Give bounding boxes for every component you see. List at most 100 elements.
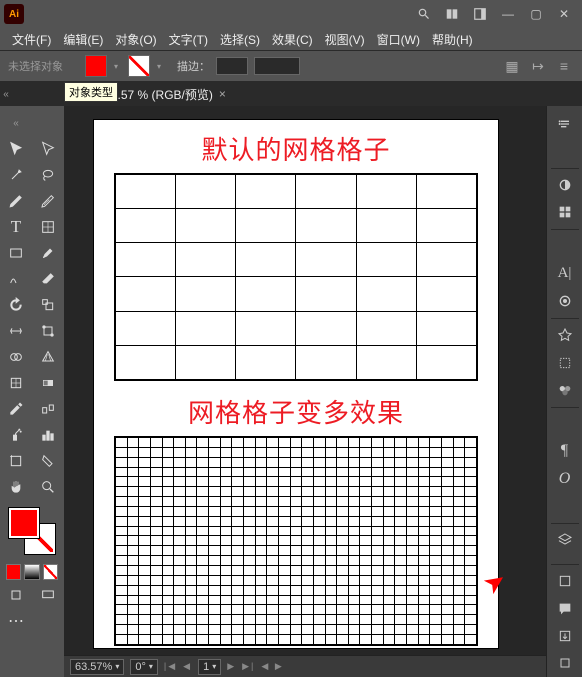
menu-effect[interactable]: 效果(C) <box>266 29 319 50</box>
eraser-tool[interactable] <box>32 266 64 292</box>
dense-grid[interactable] <box>114 436 478 646</box>
properties-panel-icon[interactable] <box>547 110 582 137</box>
selection-tool[interactable] <box>0 136 32 162</box>
paragraph-panel-icon[interactable]: ¶ <box>547 438 582 465</box>
status-bar: 63.57%▾ 0°▾ |◀ ◀ 1▾ ▶ ▶| ◀ ▶ <box>64 655 546 677</box>
draw-mode[interactable] <box>0 582 32 608</box>
document-tab-close[interactable]: × <box>219 87 226 101</box>
artboard-nav-next[interactable]: ▶ <box>227 661 236 672</box>
swatches-panel-icon[interactable] <box>547 199 582 226</box>
mesh-tool[interactable] <box>0 370 32 396</box>
gradient-tool[interactable] <box>32 370 64 396</box>
menu-help[interactable]: 帮助(H) <box>426 29 479 50</box>
transform-panel-icon[interactable] <box>547 349 582 376</box>
stroke-dropdown[interactable]: ▾ <box>157 62 165 70</box>
transform-icon[interactable]: ↦ <box>528 56 548 76</box>
lasso-tool[interactable] <box>32 162 64 188</box>
menu-view[interactable]: 视图(V) <box>319 29 371 50</box>
artboard[interactable]: 默认的网格格子 网格格子变多效果 ➤ <box>94 120 498 648</box>
menu-select[interactable]: 选择(S) <box>214 29 266 50</box>
fill-color[interactable] <box>9 508 39 538</box>
selection-status: 未选择对象 <box>8 58 63 74</box>
hand-tool[interactable] <box>0 474 32 500</box>
perspective-grid-tool[interactable] <box>32 344 64 370</box>
comment-panel-icon[interactable] <box>547 595 582 622</box>
menu-bar: 文件(F) 编辑(E) 对象(O) 文字(T) 选择(S) 效果(C) 视图(V… <box>0 28 582 50</box>
options-menu-icon[interactable]: ≡ <box>554 56 574 76</box>
menu-object[interactable]: 对象(O) <box>109 29 162 50</box>
artboard-nav-alt[interactable]: ◀ ▶ <box>261 661 283 672</box>
curvature-tool[interactable] <box>32 188 64 214</box>
rotate-tool[interactable] <box>0 292 32 318</box>
symbols-panel-icon[interactable] <box>547 322 582 349</box>
asset-export-panel-icon[interactable] <box>547 622 582 649</box>
column-graph-tool[interactable] <box>32 422 64 448</box>
maximize-button[interactable]: ▢ <box>522 4 550 24</box>
fill-swatch[interactable] <box>85 55 107 77</box>
color-guide-panel-icon[interactable] <box>547 376 582 403</box>
zoom-select[interactable]: 63.57%▾ <box>70 659 124 675</box>
artboard-tool[interactable] <box>0 448 32 474</box>
css-panel-icon[interactable] <box>547 568 582 595</box>
tab-handle[interactable]: « <box>0 110 32 136</box>
stroke-panel-icon[interactable] <box>547 492 582 519</box>
magic-wand-tool[interactable] <box>0 162 32 188</box>
canvas-viewport[interactable]: 默认的网格格子 网格格子变多效果 ➤ <box>64 106 546 655</box>
stroke-width-input[interactable] <box>216 57 248 75</box>
grid-title-2: 网格格子变多效果 <box>94 393 498 430</box>
type-tool[interactable]: T <box>0 214 32 240</box>
symbol-sprayer-tool[interactable] <box>0 422 32 448</box>
color-panel-icon[interactable] <box>547 172 582 199</box>
direct-selection-tool[interactable] <box>32 136 64 162</box>
title-bar: Ai — ▢ ✕ <box>0 0 582 28</box>
rectangular-grid-tool[interactable] <box>32 214 64 240</box>
artboard-nav-last[interactable]: ▶| <box>242 661 255 672</box>
character-panel-icon[interactable]: A| <box>547 260 582 287</box>
width-tool[interactable] <box>0 318 32 344</box>
stroke-profile-select[interactable] <box>254 57 300 75</box>
shaper-tool[interactable] <box>0 266 32 292</box>
align-panel-icon[interactable] <box>547 411 582 438</box>
rotate-select[interactable]: 0°▾ <box>130 659 158 675</box>
color-mode[interactable] <box>6 564 21 580</box>
menu-type[interactable]: 文字(T) <box>163 29 214 50</box>
align-icon[interactable]: ▦ <box>502 56 522 76</box>
menu-window[interactable]: 窗口(W) <box>371 29 426 50</box>
paintbrush-tool[interactable] <box>32 240 64 266</box>
stroke-swatch[interactable] <box>128 55 150 77</box>
appearance-panel-icon[interactable] <box>547 288 582 315</box>
artboards-panel-icon[interactable] <box>547 650 582 677</box>
blend-tool[interactable] <box>32 396 64 422</box>
none-mode[interactable] <box>43 564 58 580</box>
shape-builder-tool[interactable] <box>0 344 32 370</box>
free-transform-tool[interactable] <box>32 318 64 344</box>
layers-panel-icon[interactable] <box>547 527 582 554</box>
gradient-mode[interactable] <box>24 564 39 580</box>
fill-stroke-control[interactable] <box>7 506 57 556</box>
opentype-panel-icon[interactable]: O <box>547 465 582 492</box>
screen-mode[interactable] <box>32 582 64 608</box>
pen-tool[interactable] <box>0 188 32 214</box>
brushes-panel-icon[interactable] <box>547 233 582 260</box>
libraries-panel-icon[interactable] <box>547 137 582 164</box>
arrange-docs-icon[interactable] <box>442 4 462 24</box>
fill-dropdown[interactable]: ▾ <box>114 62 122 70</box>
slice-tool[interactable] <box>32 448 64 474</box>
artboard-nav-prev[interactable]: ◀ <box>183 661 192 672</box>
menu-file[interactable]: 文件(F) <box>6 29 57 50</box>
close-button[interactable]: ✕ <box>550 4 578 24</box>
eyedropper-tool[interactable] <box>0 396 32 422</box>
menu-edit[interactable]: 编辑(E) <box>57 29 109 50</box>
rectangle-tool[interactable] <box>0 240 32 266</box>
stroke-label: 描边： <box>177 58 210 74</box>
search-icon[interactable] <box>414 4 434 24</box>
zoom-tool[interactable] <box>32 474 64 500</box>
default-grid[interactable] <box>114 173 478 381</box>
artboard-nav-first[interactable]: |◀ <box>164 661 177 672</box>
artboard-select[interactable]: 1▾ <box>198 659 221 675</box>
minimize-button[interactable]: — <box>494 4 522 24</box>
tab-handle-left[interactable]: « <box>0 82 12 106</box>
workspace-switcher-icon[interactable] <box>470 4 490 24</box>
scale-tool[interactable] <box>32 292 64 318</box>
edit-toolbar[interactable]: ⋯ <box>0 608 32 634</box>
